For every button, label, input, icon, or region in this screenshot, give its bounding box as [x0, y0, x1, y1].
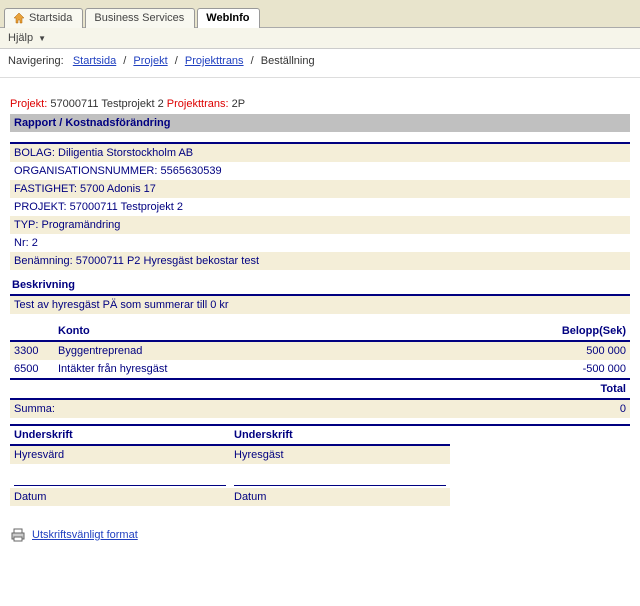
- breadcrumb-sep: /: [123, 55, 126, 67]
- tab-business-services[interactable]: Business Services: [85, 8, 195, 28]
- breadcrumb-sep: /: [251, 55, 254, 67]
- info-benamning: Benämning: 57000711 P2 Hyresgäst bekosta…: [10, 252, 630, 270]
- projekt-label: Projekt:: [10, 98, 47, 110]
- signature-datum: Datum: [10, 488, 230, 506]
- konto-belopp: 500 000: [411, 341, 630, 360]
- info-bolag: BOLAG: Diligentia Storstockholm AB: [10, 144, 630, 162]
- signature-line: [234, 468, 446, 486]
- total-label: Total: [10, 379, 630, 399]
- projekttrans-label: Projekttrans:: [167, 98, 229, 110]
- konto-kod: 6500: [10, 360, 54, 379]
- tab-startsida[interactable]: Startsida: [4, 8, 83, 28]
- projekttrans-value: 2P: [232, 98, 245, 110]
- info-orgnr: ORGANISATIONSNUMMER: 5565630539: [10, 162, 630, 180]
- col-belopp: Belopp(Sek): [411, 322, 630, 341]
- section-header: Rapport / Kostnadsförändring: [10, 114, 630, 132]
- breadcrumb-sep: /: [175, 55, 178, 67]
- home-icon: [13, 12, 25, 24]
- printer-icon: [10, 528, 26, 542]
- info-projekt: PROJEKT: 57000711 Testprojekt 2: [10, 198, 630, 216]
- tab-bar: Startsida Business Services WebInfo: [0, 0, 640, 28]
- summa-row: Summa: 0: [10, 399, 630, 418]
- col-konto: Konto: [54, 322, 411, 341]
- beskrivning-text: Test av hyresgäst PÄ som summerar till 0…: [10, 296, 630, 314]
- konto-name: Byggentreprenad: [54, 341, 411, 360]
- tab-webinfo[interactable]: WebInfo: [197, 8, 260, 28]
- chevron-down-icon: ▼: [38, 34, 46, 43]
- info-nr: Nr: 2: [10, 234, 630, 252]
- print-friendly-link[interactable]: Utskriftsvänligt format: [32, 529, 138, 541]
- signature-line: [14, 468, 226, 486]
- summa-value: 0: [411, 399, 630, 418]
- breadcrumb-link-startsida[interactable]: Startsida: [73, 55, 116, 67]
- table-row: 3300 Byggentreprenad 500 000: [10, 341, 630, 360]
- konto-name: Intäkter från hyresgäst: [54, 360, 411, 379]
- summa-label: Summa:: [10, 399, 411, 418]
- content: Projekt: 57000711 Testprojekt 2 Projektt…: [0, 78, 640, 552]
- konto-table: Konto Belopp(Sek) 3300 Byggentreprenad 5…: [10, 322, 630, 418]
- help-menu[interactable]: Hjälp ▼: [8, 32, 46, 44]
- info-typ: TYP: Programändring: [10, 216, 630, 234]
- breadcrumb-link-projekttrans[interactable]: Projekttrans: [185, 55, 244, 67]
- breadcrumb-link-projekt[interactable]: Projekt: [133, 55, 167, 67]
- total-row: Total: [10, 379, 630, 399]
- breadcrumb: Navigering: Startsida / Projekt / Projek…: [0, 49, 640, 78]
- breadcrumb-label: Navigering:: [8, 55, 64, 67]
- konto-kod: 3300: [10, 341, 54, 360]
- signature-header: Underskrift: [230, 426, 450, 446]
- signature-hyresvard: Hyresvärd: [10, 446, 230, 464]
- help-label: Hjälp: [8, 32, 33, 44]
- tab-label: WebInfo: [206, 12, 249, 24]
- beskrivning-header: Beskrivning: [10, 276, 630, 296]
- menu-bar: Hjälp ▼: [0, 28, 640, 49]
- breadcrumb-current: Beställning: [261, 55, 315, 67]
- tab-label: Business Services: [94, 12, 184, 24]
- signature-col-right: Underskrift Hyresgäst Datum: [230, 426, 450, 506]
- signature-col-left: Underskrift Hyresvärd Datum: [10, 426, 230, 506]
- info-fastighet: FASTIGHET: 5700 Adonis 17: [10, 180, 630, 198]
- signature-header: Underskrift: [10, 426, 230, 446]
- signature-block: Underskrift Hyresvärd Datum Underskrift …: [10, 424, 630, 506]
- projekt-value: 57000711 Testprojekt 2: [50, 98, 163, 110]
- konto-belopp: -500 000: [411, 360, 630, 379]
- tab-label: Startsida: [29, 12, 72, 24]
- table-row: 6500 Intäkter från hyresgäst -500 000: [10, 360, 630, 379]
- print-link-row: Utskriftsvänligt format: [10, 528, 630, 542]
- info-block: BOLAG: Diligentia Storstockholm AB ORGAN…: [10, 142, 630, 270]
- signature-hyresgast: Hyresgäst: [230, 446, 450, 464]
- top-line: Projekt: 57000711 Testprojekt 2 Projektt…: [10, 98, 630, 110]
- signature-datum: Datum: [230, 488, 450, 506]
